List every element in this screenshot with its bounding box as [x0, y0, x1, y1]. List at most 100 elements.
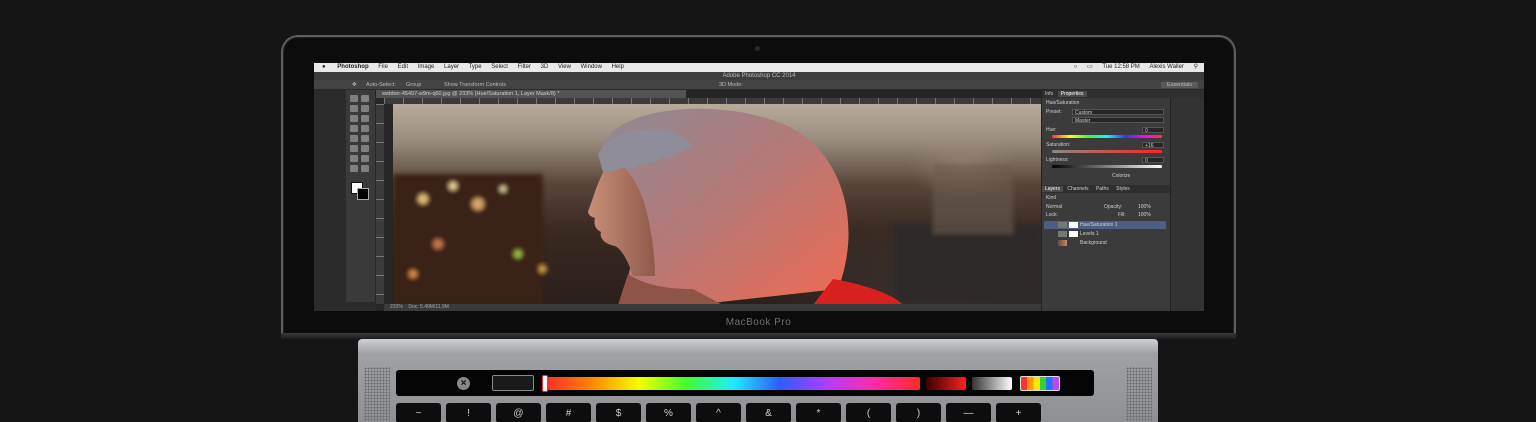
zoom-readout[interactable]: 233% [390, 304, 403, 310]
touchbar-spectrum-handle[interactable] [542, 375, 548, 392]
clone-stamp-tool-icon[interactable] [350, 135, 358, 142]
background-color-swatch[interactable] [357, 188, 369, 200]
saturation-value-field[interactable]: +16 [1142, 142, 1164, 149]
key-plus[interactable]: + [996, 403, 1041, 422]
key-6[interactable]: ^ [696, 403, 741, 422]
menu-image[interactable]: Image [418, 64, 435, 70]
menubar-clock[interactable]: Tue 12:58 PM [1102, 64, 1139, 70]
auto-select-checkbox-label[interactable]: Auto-Select: [366, 80, 396, 90]
key-1[interactable]: ! [446, 403, 491, 422]
left-speaker-grille [364, 367, 390, 422]
gradient-tool-icon[interactable] [361, 145, 369, 152]
doc-size-readout[interactable]: Doc: 5.49M/11.9M [408, 304, 448, 310]
tab-properties[interactable]: Properties [1057, 91, 1087, 97]
quick-select-tool-icon[interactable] [361, 105, 369, 112]
key-8[interactable]: * [796, 403, 841, 422]
touchbar-color-swatch[interactable] [492, 375, 534, 391]
menu-edit[interactable]: Edit [398, 64, 408, 70]
lasso-tool-icon[interactable] [350, 105, 358, 112]
key-minus[interactable]: — [946, 403, 991, 422]
opacity-value[interactable]: 100% [1138, 204, 1151, 210]
key-5[interactable]: % [646, 403, 691, 422]
crop-tool-icon[interactable] [350, 115, 358, 122]
touchbar-brightness-slider[interactable] [972, 377, 1012, 390]
lightness-value-field[interactable]: 0 [1142, 157, 1164, 164]
key-9[interactable]: ( [846, 403, 891, 422]
eraser-tool-icon[interactable] [350, 145, 358, 152]
touchbar-hue-spectrum-slider[interactable] [546, 377, 920, 390]
menu-layer[interactable]: Layer [444, 64, 459, 70]
vertical-ruler[interactable] [376, 104, 384, 304]
preset-dropdown[interactable]: Custom [1072, 109, 1164, 116]
portrait-photo [393, 108, 1041, 305]
fill-value[interactable]: 100% [1138, 212, 1151, 218]
menubar-user[interactable]: Alexis Waller [1149, 64, 1183, 70]
layer-name: Levels 1 [1080, 231, 1099, 237]
tab-info[interactable]: Info [1042, 91, 1056, 97]
layer-thumbnail [1058, 240, 1067, 246]
menubar-status-area: ○ ▭ Tue 12:58 PM Alexis Waller ⚲ [1066, 63, 1198, 72]
layer-row[interactable]: Hue/Saturation 1 [1044, 221, 1166, 229]
wifi-icon[interactable]: ○ [1074, 64, 1078, 70]
menu-select[interactable]: Select [491, 64, 508, 70]
key-3[interactable]: # [546, 403, 591, 422]
tab-layers[interactable]: Layers [1042, 186, 1064, 192]
type-tool-icon[interactable] [350, 165, 358, 172]
lightness-slider[interactable] [1052, 165, 1162, 168]
saturation-label: Saturation: [1046, 142, 1071, 148]
camera-dot [755, 46, 760, 51]
tab-styles[interactable]: Styles [1113, 186, 1133, 192]
document-canvas[interactable] [393, 104, 1041, 305]
battery-icon[interactable]: ▭ [1087, 64, 1093, 70]
move-tool-icon[interactable]: ✥ [352, 80, 357, 90]
key-0[interactable]: ) [896, 403, 941, 422]
blend-mode-dropdown[interactable]: Normal [1046, 204, 1062, 210]
pen-tool-icon[interactable] [361, 155, 369, 162]
key-2[interactable]: @ [496, 403, 541, 422]
key-7[interactable]: & [746, 403, 791, 422]
layer-name: Hue/Saturation 1 [1080, 222, 1118, 228]
show-transform-checkbox[interactable]: Show Transform Controls [444, 80, 506, 90]
3d-mode-label: 3D Mode: [719, 82, 743, 88]
auto-select-dropdown[interactable]: Group [406, 80, 421, 90]
menu-filter[interactable]: Filter [518, 64, 531, 70]
saturation-slider[interactable] [1052, 150, 1162, 153]
menu-help[interactable]: Help [612, 64, 624, 70]
tab-paths[interactable]: Paths [1093, 186, 1112, 192]
menu-type[interactable]: Type [469, 64, 482, 70]
layer-row[interactable]: Background [1044, 239, 1166, 247]
hue-slider[interactable] [1052, 135, 1162, 138]
apple-menu-icon[interactable]: ● [322, 64, 326, 70]
touchbar-saturation-slider[interactable] [926, 377, 966, 390]
close-icon[interactable]: × [457, 377, 470, 390]
layer-filter-kind[interactable]: Kind [1046, 195, 1056, 201]
fill-label: Fill: [1118, 212, 1126, 218]
move-tool-icon[interactable] [350, 95, 358, 102]
key-tilde[interactable]: ~ [396, 403, 441, 422]
menu-photoshop[interactable]: Photoshop [337, 64, 368, 70]
history-brush-tool-icon[interactable] [361, 135, 369, 142]
document-tab[interactable]: webber-45497-w9m-q60.jpg @ 233% (Hue/Sat… [376, 90, 686, 98]
dodge-tool-icon[interactable] [350, 155, 358, 162]
hue-value-field[interactable]: 0 [1142, 127, 1164, 134]
workspace-switcher[interactable]: Essentials [1160, 82, 1198, 88]
menu-view[interactable]: View [558, 64, 571, 70]
tab-channels[interactable]: Channels [1064, 186, 1091, 192]
path-select-tool-icon[interactable] [361, 165, 369, 172]
eyedropper-tool-icon[interactable] [361, 115, 369, 122]
menu-3d[interactable]: 3D [541, 64, 549, 70]
spotlight-icon[interactable]: ⚲ [1194, 64, 1198, 70]
mac-menubar: ● Photoshop File Edit Image Layer Type S… [314, 63, 1204, 72]
keyboard-number-row: ~ ! @ # $ % ^ & * ( ) — + [396, 403, 1116, 422]
touchbar-palette-icon[interactable] [1020, 376, 1060, 391]
marquee-tool-icon[interactable] [361, 95, 369, 102]
menu-file[interactable]: File [378, 64, 388, 70]
channel-dropdown[interactable]: Master [1072, 117, 1164, 124]
menu-window[interactable]: Window [581, 64, 602, 70]
key-4[interactable]: $ [596, 403, 641, 422]
colorize-checkbox[interactable]: Colorize [1112, 173, 1130, 179]
brush-tool-icon[interactable] [361, 125, 369, 132]
healing-brush-tool-icon[interactable] [350, 125, 358, 132]
adjustment-layer-icon [1058, 222, 1067, 228]
layer-row[interactable]: Levels 1 [1044, 230, 1166, 238]
